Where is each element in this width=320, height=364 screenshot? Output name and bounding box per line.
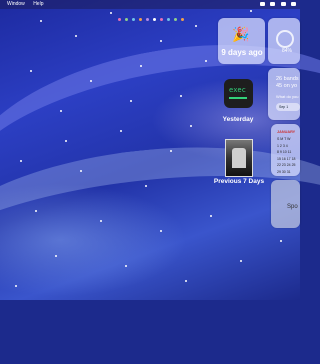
snowflake <box>30 70 32 72</box>
snowflake <box>145 185 147 187</box>
battery-percent: 84% <box>282 48 293 54</box>
snowflake <box>15 285 17 287</box>
menu-help[interactable]: Help <box>33 1 43 7</box>
snowflake <box>130 100 132 102</box>
menu-window[interactable]: Window <box>7 1 25 7</box>
snowflake <box>65 140 67 142</box>
party-popper-icon: 🎉 <box>232 26 250 42</box>
snowflake <box>35 210 37 212</box>
battery-ring-icon <box>276 30 294 48</box>
menu-extra-icon[interactable] <box>259 1 265 6</box>
snowflake <box>90 80 92 82</box>
menu-extras <box>256 0 296 9</box>
snowflake <box>160 40 162 42</box>
days-ago-widget[interactable]: 🎉 9 days ago <box>218 18 265 64</box>
photo-figure <box>232 148 246 168</box>
status-dot <box>146 18 149 21</box>
snowflake <box>250 10 252 12</box>
group-label-yesterday: Yesterday <box>222 116 254 123</box>
status-dot <box>153 18 156 21</box>
status-dot <box>174 18 177 21</box>
menu-extra-icon[interactable] <box>291 1 296 6</box>
news-subline: What do you <box>276 94 299 99</box>
snowflake <box>20 160 22 162</box>
snowflake <box>170 150 172 152</box>
exec-icon-bar <box>229 97 247 99</box>
menu-extra-icon[interactable] <box>280 1 286 6</box>
calendar-widget[interactable]: JANUARY S M T W 1 2 3 4 8 9 10 11 15 16 … <box>271 124 300 176</box>
snowflake <box>100 220 102 222</box>
calendar-days: S M T W 1 2 3 4 8 9 10 11 15 16 17 18 22… <box>277 137 296 174</box>
snowflake <box>210 215 212 217</box>
status-dot <box>181 18 184 21</box>
exec-icon-text: exec <box>229 86 246 94</box>
snowflake <box>160 230 162 232</box>
status-dot <box>167 18 170 21</box>
snowflake <box>40 20 42 22</box>
menu-extra-icon[interactable] <box>270 1 276 6</box>
snowflake <box>185 280 187 282</box>
photo-thumbnail[interactable] <box>225 139 253 177</box>
news-pill[interactable]: Sep 1 <box>276 103 300 111</box>
snowflake <box>110 12 112 14</box>
news-line: 26 bands <box>276 76 299 82</box>
snowflake <box>280 240 282 242</box>
snowflake <box>190 125 192 127</box>
snowflake <box>75 35 77 37</box>
group-label-previous-7-days: Previous 7 Days <box>213 178 265 185</box>
exec-app-icon[interactable]: exec <box>224 79 253 108</box>
news-line: 45 on yo <box>276 83 298 89</box>
snowflake <box>195 25 197 27</box>
news-widget[interactable]: 26 bands 45 on yo What do you Sep 1 <box>268 68 300 120</box>
snowflake <box>120 130 122 132</box>
snowflake <box>180 95 182 97</box>
menu-bar: Window Help <box>0 0 300 9</box>
status-dot <box>118 18 121 21</box>
snowflake <box>55 255 57 257</box>
weather-text: Spo <box>287 204 298 210</box>
snowflake <box>205 60 207 62</box>
days-ago-label: 9 days ago <box>221 48 263 57</box>
snowflake <box>240 260 242 262</box>
snowflake <box>60 110 62 112</box>
status-dot <box>139 18 142 21</box>
snowflake <box>80 170 82 172</box>
status-dot <box>125 18 128 21</box>
battery-widget[interactable]: 84% <box>268 18 300 64</box>
snowflake <box>140 65 142 67</box>
calendar-month: JANUARY <box>277 130 296 134</box>
weather-widget[interactable]: Spo <box>271 180 300 228</box>
status-dot <box>160 18 163 21</box>
status-dot <box>132 18 135 21</box>
snowflake <box>125 265 127 267</box>
